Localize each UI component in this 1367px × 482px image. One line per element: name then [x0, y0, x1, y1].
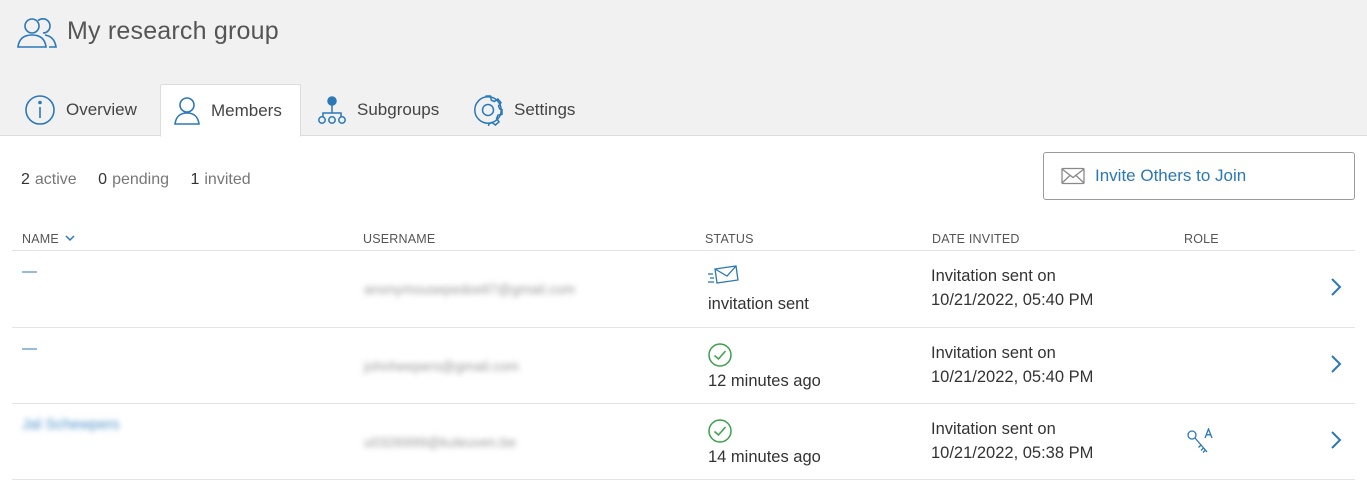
invite-button-label: Invite Others to Join	[1095, 166, 1247, 185]
page-title: My research group	[67, 17, 279, 45]
date-invited-label: Invitation sent on	[931, 420, 1056, 438]
table-row[interactable]: — johnheepers@gmail.com 12 minutes ago I…	[12, 327, 1355, 404]
chevron-down-icon	[65, 235, 75, 242]
member-username: johnheepers@gmail.com	[364, 358, 520, 374]
group-header: My research group Overview Members Subgr…	[0, 0, 1367, 137]
active-count: 2 active	[21, 171, 77, 188]
column-header-name-label: NAME	[22, 232, 59, 246]
chevron-right-icon[interactable]	[1330, 430, 1342, 450]
member-username: u0326999@kuleuven.be	[364, 434, 517, 450]
column-header-username: USERNAME	[363, 232, 436, 246]
envelope-icon	[1061, 167, 1085, 185]
check-circle-icon	[708, 343, 732, 367]
member-counts: 2 active 0 pending 1 invited	[21, 171, 268, 189]
tab-subgroups[interactable]: Subgroups	[317, 84, 439, 136]
invite-others-button[interactable]: Invite Others to Join	[1043, 152, 1355, 200]
pending-count: 0 pending	[98, 171, 170, 188]
column-header-date-invited: DATE INVITED	[932, 232, 1020, 246]
date-invited-label: Invitation sent on	[931, 267, 1056, 285]
chevron-right-icon[interactable]	[1330, 354, 1342, 374]
check-circle-icon	[708, 419, 732, 443]
date-invited-value: 10/21/2022, 05:40 PM	[931, 368, 1094, 386]
tab-overview-label: Overview	[66, 100, 137, 119]
date-invited-value: 10/21/2022, 05:40 PM	[931, 291, 1094, 309]
member-name[interactable]: —	[22, 340, 37, 357]
tab-overview[interactable]: Overview	[24, 84, 137, 136]
column-header-role: ROLE	[1184, 232, 1219, 246]
member-status: invitation sent	[708, 295, 809, 313]
envelope-sent-icon	[708, 265, 739, 284]
member-name[interactable]: —	[22, 263, 37, 280]
table-row[interactable]: Jal Schewpers u0326999@kuleuven.be 14 mi…	[12, 403, 1355, 480]
column-header-name[interactable]: NAME	[22, 232, 75, 246]
member-status: 14 minutes ago	[708, 448, 821, 466]
chevron-right-icon[interactable]	[1330, 277, 1342, 297]
member-username: anonymousepedoell7@gmail.com	[364, 281, 576, 297]
subgroups-icon	[318, 96, 346, 124]
tab-members-label: Members	[211, 100, 282, 120]
tab-settings[interactable]: Settings	[472, 84, 575, 136]
group-icon	[17, 17, 57, 48]
date-invited-value: 10/21/2022, 05:38 PM	[931, 444, 1094, 462]
table-row[interactable]: — anonymousepedoell7@gmail.com invitatio…	[12, 250, 1355, 327]
info-icon	[25, 95, 55, 125]
member-status: 12 minutes ago	[708, 372, 821, 390]
date-invited-label: Invitation sent on	[931, 344, 1056, 362]
person-icon	[174, 96, 200, 125]
admin-key-icon	[1187, 428, 1213, 453]
tab-settings-label: Settings	[514, 100, 576, 119]
tab-members[interactable]: Members	[160, 84, 301, 137]
gear-icon	[474, 95, 503, 126]
tab-subgroups-label: Subgroups	[357, 100, 440, 119]
member-name[interactable]: Jal Schewpers	[22, 416, 120, 433]
invited-count: 1 invited	[190, 171, 251, 188]
column-header-status: STATUS	[705, 232, 754, 246]
